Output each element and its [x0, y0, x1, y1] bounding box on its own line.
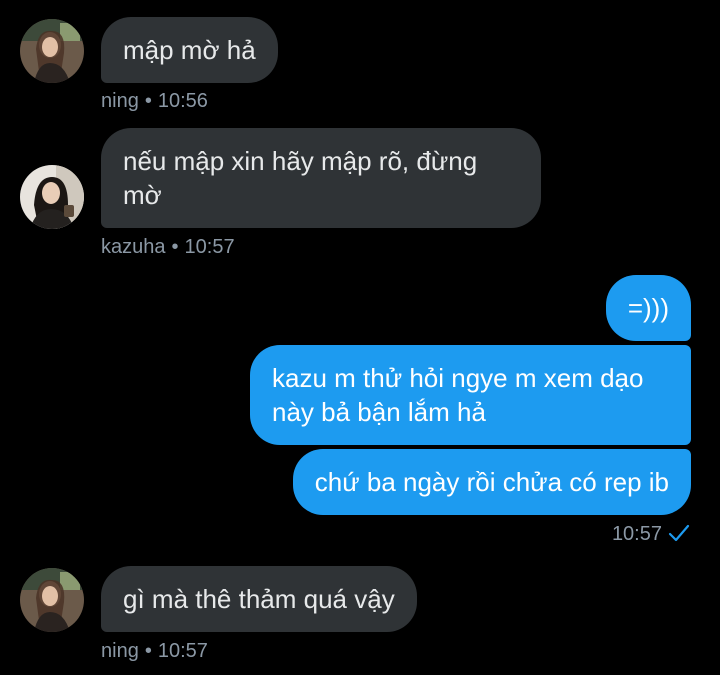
- message-meta-kazuha-1: kazuha • 10:57: [101, 236, 235, 259]
- sender-name: kazuha: [101, 236, 166, 258]
- outgoing-meta: 10:57: [612, 523, 690, 549]
- message-bubble-ning-1[interactable]: mập mờ hả: [101, 17, 278, 83]
- sender-name: ning: [101, 640, 139, 662]
- message-bubble-outgoing-1[interactable]: =))): [605, 275, 691, 341]
- message-time: 10:57: [184, 236, 235, 258]
- message-time: 10:57: [157, 640, 208, 662]
- message-time: 10:56: [157, 90, 208, 112]
- ning-avatar[interactable]: [20, 568, 84, 632]
- message-meta-ning-1: ning • 10:56: [101, 90, 208, 113]
- message-bubble-ning-2[interactable]: gì mà thê thảm quá vậy: [101, 566, 417, 632]
- message-meta-ning-2: ning • 10:57: [101, 640, 208, 663]
- read-check-icon: [668, 523, 690, 549]
- meta-separator: •: [171, 236, 179, 258]
- kazuha-avatar[interactable]: [20, 165, 84, 229]
- message-time: 10:57: [611, 523, 662, 545]
- meta-separator: •: [144, 90, 152, 112]
- sender-name: ning: [101, 90, 139, 112]
- meta-separator: •: [144, 640, 152, 662]
- message-bubble-outgoing-2[interactable]: kazu m thử hỏi ngye m xem dạo này bả bận…: [250, 345, 691, 445]
- ning-avatar[interactable]: [20, 19, 84, 83]
- message-bubble-outgoing-3[interactable]: chứ ba ngày rồi chửa có rep ib: [292, 449, 691, 515]
- message-bubble-kazuha-1[interactable]: nếu mập xin hãy mập rõ, đừng mờ: [101, 128, 541, 228]
